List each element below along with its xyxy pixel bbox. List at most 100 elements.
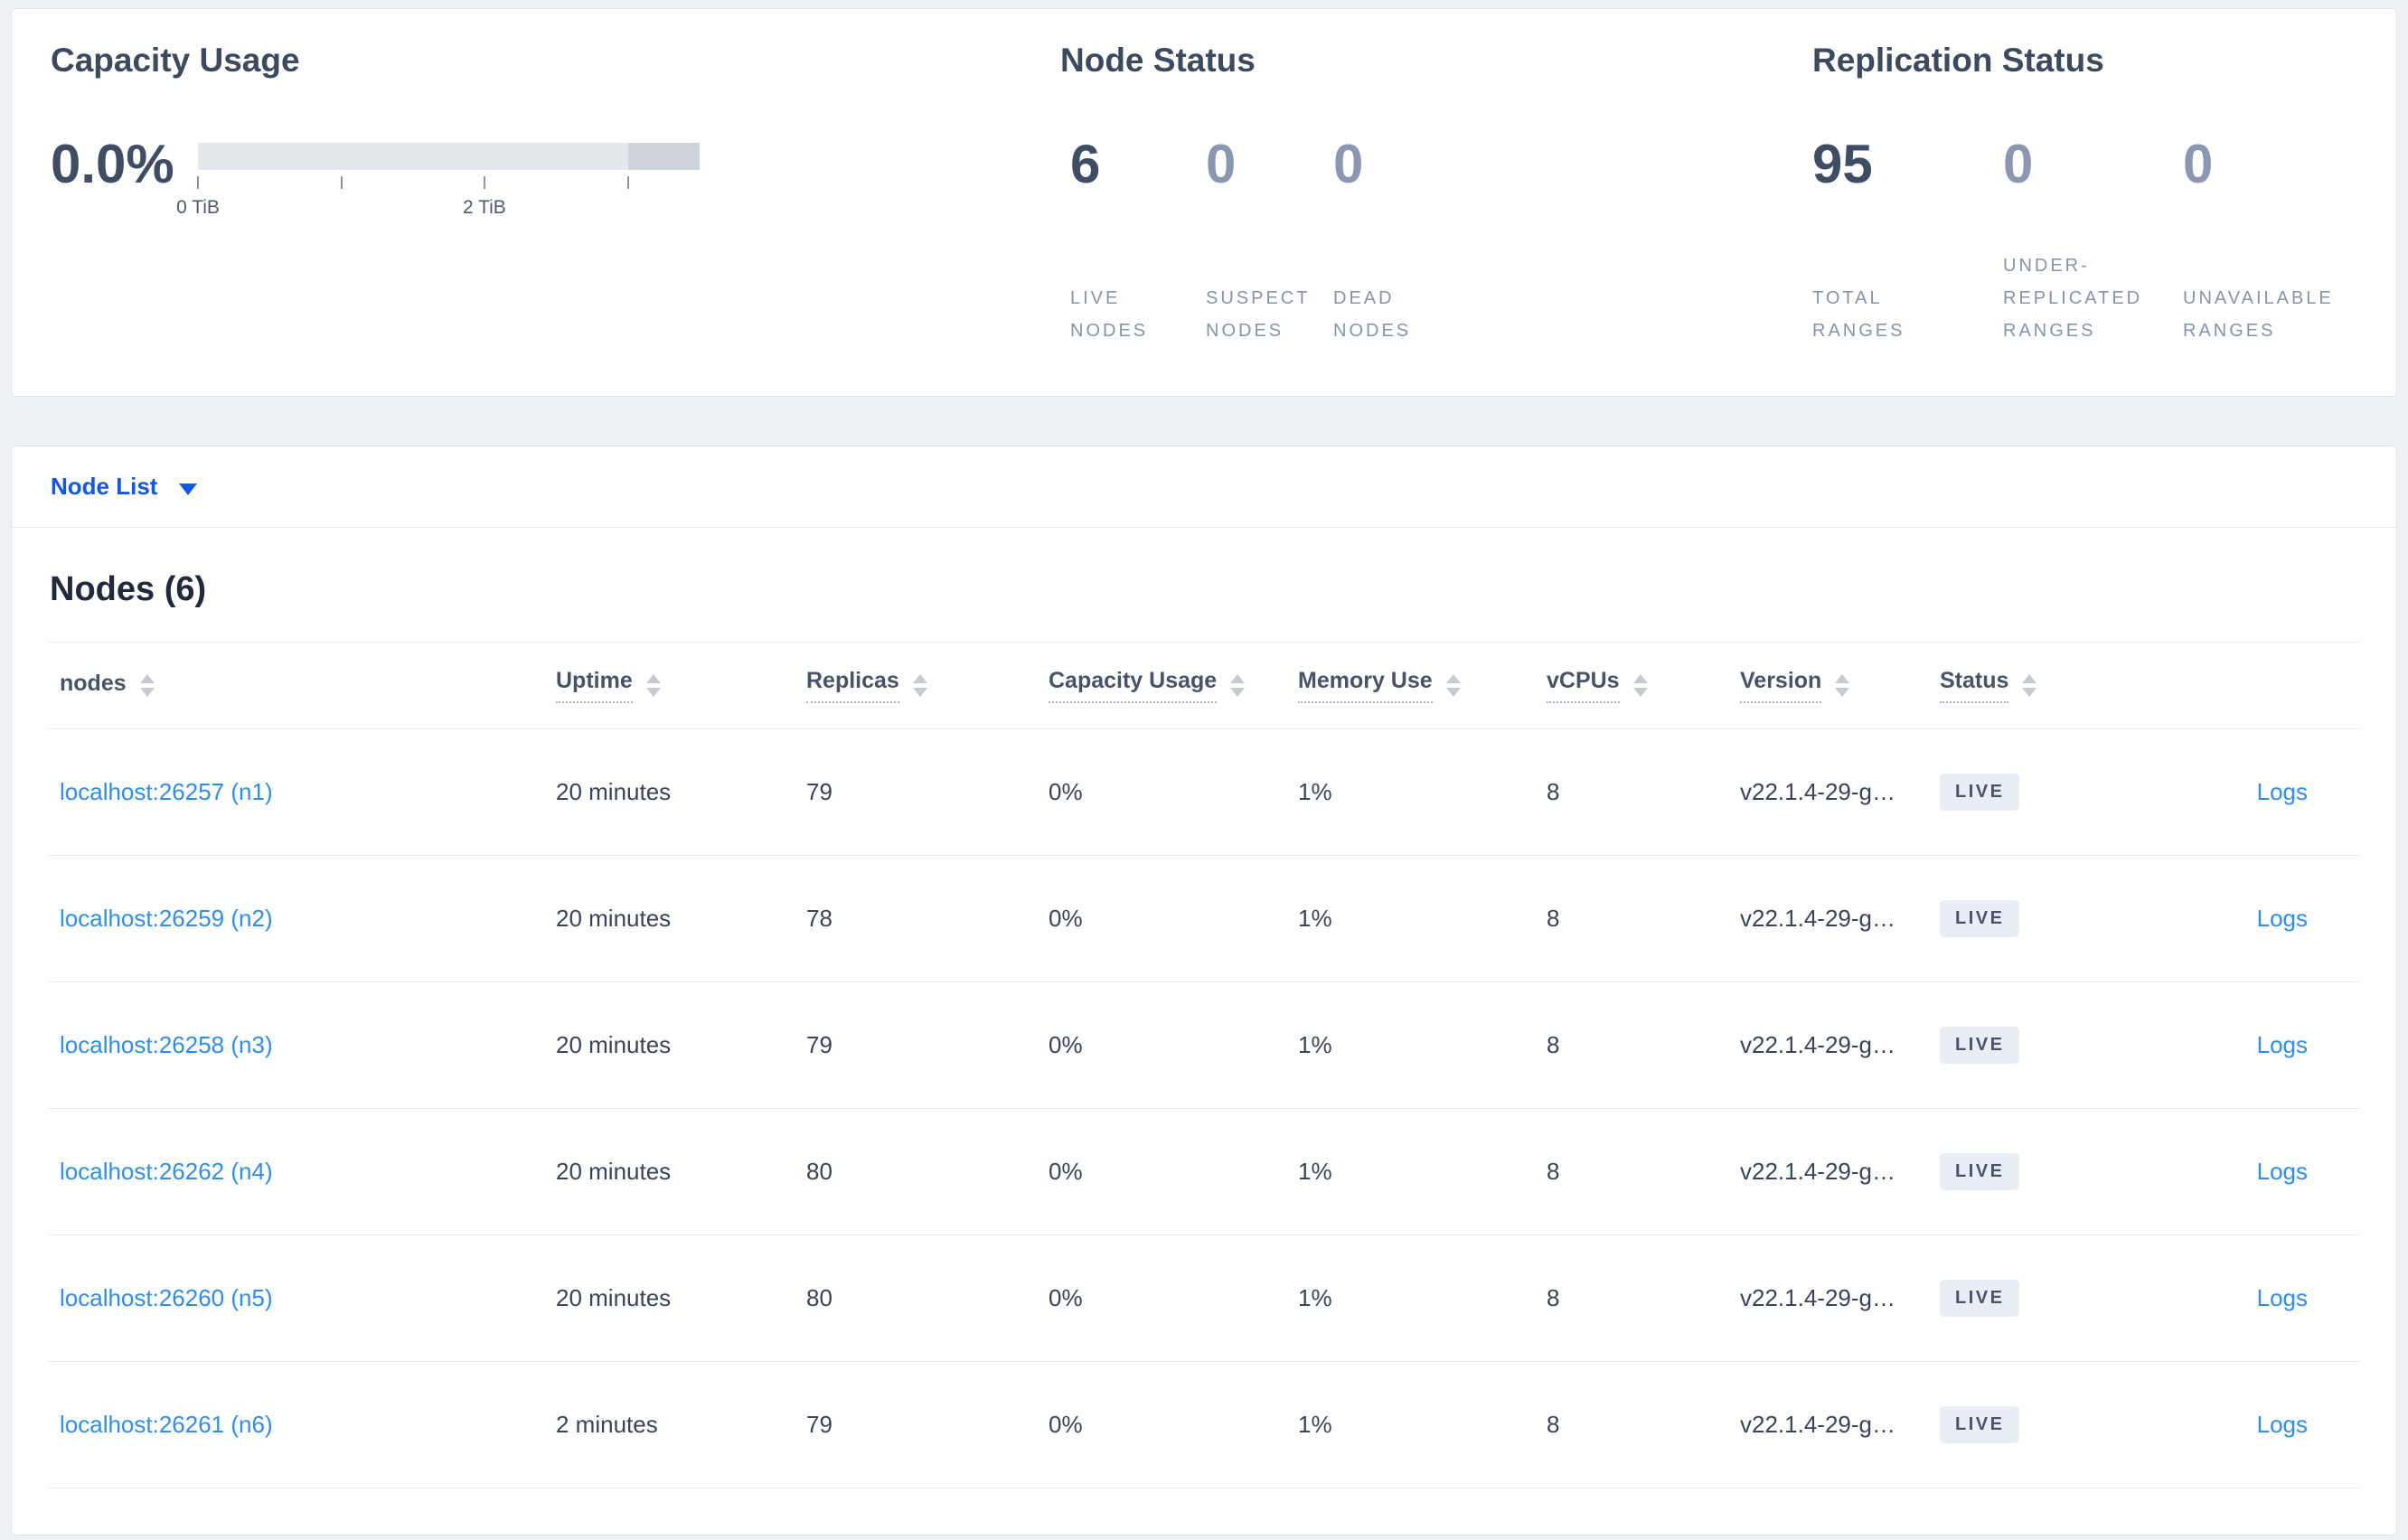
sort-icon[interactable] xyxy=(1445,674,1461,697)
node-status-stat: 6 LIVE NODES xyxy=(1070,137,1206,347)
status-badge: LIVE xyxy=(1940,1027,2020,1064)
logs-cell: Logs xyxy=(2133,905,2360,933)
axis-tick xyxy=(340,176,343,189)
version-cell: v22.1.4-29-g… xyxy=(1740,1411,1895,1438)
node-address-cell: localhost:26261 (n6) xyxy=(60,1411,556,1439)
memory-use-cell: 1% xyxy=(1298,1158,1332,1185)
table-row: localhost:26259 (n2) 20 minutes 78 0% 1%… xyxy=(48,856,2360,982)
status-cell: LIVE xyxy=(1940,1027,2133,1064)
logs-cell: Logs xyxy=(2133,1284,2360,1312)
sort-icon[interactable] xyxy=(912,674,927,697)
vcpus-cell: 8 xyxy=(1547,1284,1560,1311)
table-row: localhost:26261 (n6) 2 minutes 79 0% 1% … xyxy=(48,1362,2360,1488)
column-header-capacity-usage[interactable]: Capacity Usage xyxy=(1049,668,1298,703)
vcpus-cell: 8 xyxy=(1547,1158,1560,1185)
axis-tick-label: 0 TiB xyxy=(176,197,220,218)
logs-cell: Logs xyxy=(2133,1411,2360,1439)
uptime-cell: 2 minutes xyxy=(556,1411,658,1438)
axis-tick: 2 TiB xyxy=(463,176,506,218)
node-status-stat: 0 DEAD NODES xyxy=(1333,137,1487,347)
logs-link[interactable]: Logs xyxy=(2257,1411,2308,1438)
replication-stat: 0 UNAVAILABLE RANGES xyxy=(2183,137,2391,347)
node-link[interactable]: localhost:26259 (n2) xyxy=(60,905,273,932)
memory-use-cell: 1% xyxy=(1298,778,1332,805)
column-header-status[interactable]: Status xyxy=(1940,668,2133,703)
memory-use-cell: 1% xyxy=(1298,1411,1332,1438)
logs-cell: Logs xyxy=(2133,778,2360,806)
axis-tick-mark xyxy=(483,176,485,189)
node-status-panel: Node Status 6 LIVE NODES 0 SUSPECT NODES… xyxy=(1060,42,1812,396)
replicas-cell: 79 xyxy=(806,1411,832,1438)
sort-icon[interactable] xyxy=(139,674,155,697)
replicas-cell: 80 xyxy=(806,1158,832,1185)
node-address-cell: localhost:26260 (n5) xyxy=(60,1284,556,1312)
version-cell: v22.1.4-29-g… xyxy=(1740,905,1895,932)
capacity-usage-panel: Capacity Usage 0.0% 0 TiB 2 TiB xyxy=(12,42,1060,491)
capacity-usage-cell: 0% xyxy=(1049,1158,1083,1185)
stat-label: UNAVAILABLE RANGES xyxy=(2183,288,2334,341)
replication-stat: 95 TOTAL RANGES xyxy=(1812,137,2003,347)
node-list-dropdown[interactable]: Node List xyxy=(12,446,2396,528)
capacity-usage-title: Capacity Usage xyxy=(51,42,300,79)
uptime-cell: 20 minutes xyxy=(556,1158,672,1185)
status-cell: LIVE xyxy=(1940,900,2133,937)
sort-icon[interactable] xyxy=(1632,674,1648,697)
vcpus-cell: 8 xyxy=(1547,1031,1560,1058)
sort-icon[interactable] xyxy=(645,674,661,697)
column-header-uptime[interactable]: Uptime xyxy=(556,668,806,703)
status-cell: LIVE xyxy=(1940,1406,2133,1443)
memory-use-cell: 1% xyxy=(1298,1284,1332,1311)
sort-icon[interactable] xyxy=(1230,674,1246,697)
logs-link[interactable]: Logs xyxy=(2257,1158,2308,1185)
status-badge: LIVE xyxy=(1940,1280,2020,1317)
column-header-vcpus[interactable]: vCPUs xyxy=(1547,668,1740,703)
version-cell: v22.1.4-29-g… xyxy=(1740,1031,1895,1058)
column-header-memory-use[interactable]: Memory Use xyxy=(1298,668,1547,703)
column-header-nodes[interactable]: nodes xyxy=(60,671,556,700)
sort-icon[interactable] xyxy=(2022,674,2037,697)
status-cell: LIVE xyxy=(1940,774,2133,811)
uptime-cell: 20 minutes xyxy=(556,1031,672,1058)
table-row: localhost:26258 (n3) 20 minutes 79 0% 1%… xyxy=(48,982,2360,1109)
node-list-card: Node List Nodes (6) nodes Uptime Replica… xyxy=(11,446,2397,1535)
node-link[interactable]: localhost:26261 (n6) xyxy=(60,1411,273,1438)
logs-link[interactable]: Logs xyxy=(2257,1031,2308,1058)
replication-status-panel: Replication Status 95 TOTAL RANGES 0 UND… xyxy=(1812,42,2396,396)
status-badge: LIVE xyxy=(1940,774,2020,811)
stat-value: 6 xyxy=(1070,134,1101,194)
node-link[interactable]: localhost:26258 (n3) xyxy=(60,1031,273,1058)
node-link[interactable]: localhost:26260 (n5) xyxy=(60,1284,273,1311)
node-link[interactable]: localhost:26257 (n1) xyxy=(60,778,273,805)
status-cell: LIVE xyxy=(1940,1153,2133,1190)
stat-label: SUSPECT NODES xyxy=(1206,288,1311,341)
axis-tick-mark xyxy=(626,176,629,189)
logs-link[interactable]: Logs xyxy=(2257,778,2308,805)
node-address-cell: localhost:26258 (n3) xyxy=(60,1031,556,1059)
version-cell: v22.1.4-29-g… xyxy=(1740,1158,1895,1185)
node-link[interactable]: localhost:26262 (n4) xyxy=(60,1158,273,1185)
axis-tick-label: 2 TiB xyxy=(462,197,506,218)
capacity-bar-axis: 0 TiB 2 TiB xyxy=(176,170,700,221)
vcpus-cell: 8 xyxy=(1547,905,1560,932)
memory-use-cell: 1% xyxy=(1298,905,1332,932)
logs-link[interactable]: Logs xyxy=(2257,905,2308,932)
sort-icon[interactable] xyxy=(1835,674,1850,697)
capacity-usage-cell: 0% xyxy=(1049,905,1083,932)
stat-label: DEAD NODES xyxy=(1333,288,1412,341)
nodes-table-body: localhost:26257 (n1) 20 minutes 79 0% 1%… xyxy=(48,729,2360,1488)
column-header-replicas[interactable]: Replicas xyxy=(806,668,1049,703)
logs-cell: Logs xyxy=(2133,1031,2360,1059)
stat-label: TOTAL RANGES xyxy=(1812,288,1905,341)
node-list-dropdown-label[interactable]: Node List xyxy=(51,473,157,501)
capacity-usage-cell: 0% xyxy=(1049,1284,1083,1311)
stat-value: 0 xyxy=(1333,134,1364,194)
column-header-version[interactable]: Version xyxy=(1740,668,1940,703)
axis-tick: 0 TiB xyxy=(176,176,220,218)
node-address-cell: localhost:26257 (n1) xyxy=(60,778,556,806)
cluster-overview-page: { "summary": { "capacity": { "title": "C… xyxy=(0,0,2408,1540)
logs-link[interactable]: Logs xyxy=(2257,1284,2308,1311)
replicas-cell: 80 xyxy=(806,1284,832,1311)
nodes-table-title: Nodes (6) xyxy=(50,570,207,608)
vcpus-cell: 8 xyxy=(1547,1411,1560,1438)
nodes-table-section: Nodes (6) nodes Uptime Replicas Capacity… xyxy=(12,568,2396,1488)
